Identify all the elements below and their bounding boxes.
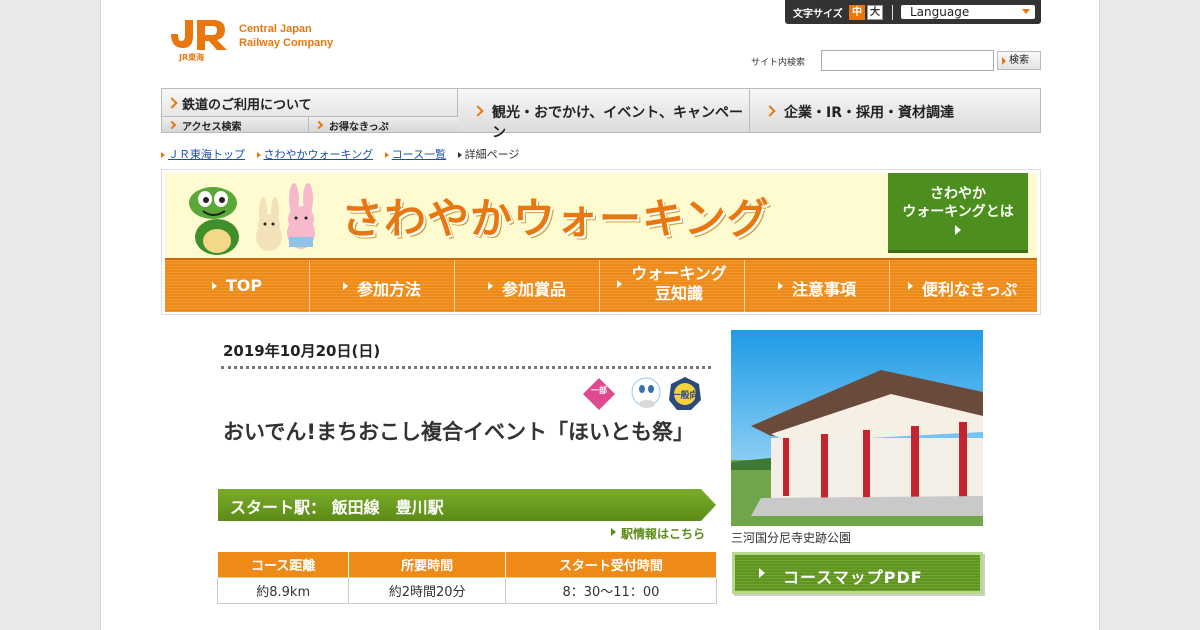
gnav-tourism-events[interactable]: 観光・おでかけ、イベント、キャンペーン [458,89,750,141]
arrow-right-icon [472,105,484,117]
global-nav: 鉄道のご利用について アクセス検索 お得なきっぷ 観光・おでかけ、イベント、キャ… [161,88,1041,141]
gnav-railway-use-label: 鉄道のご利用について [182,98,312,113]
station-info-link[interactable]: 駅情報はこちら [611,525,705,542]
snav-top[interactable]: TOP [165,260,310,312]
mascot-characters-image [189,183,315,255]
gnav-access-search-label: アクセス検索 [182,122,242,133]
logo-line-2: Railway Company [239,37,334,49]
general-course-icon: 一般向 [669,377,701,410]
arrow-right-icon [167,120,177,130]
arrow-right-icon [314,120,324,130]
language-select[interactable]: Language [901,5,1035,19]
course-map-pdf-button[interactable]: コースマップPDF [732,552,983,594]
jr-central-logo[interactable]: JR東海 Central Japan Railway Company [167,16,357,64]
divider [221,366,711,369]
breadcrumb-link-jr-top[interactable]: ＪＲ東海トップ [168,148,245,161]
event-photo [731,330,983,526]
breadcrumb-current: 詳細ページ [458,148,520,161]
course-type-icons: 一部 一般向 [583,377,701,410]
table-row: 約8.9km 約2時間20分 8：30～11：00 [216,577,718,604]
utility-bar: 文字サイズ 中 大 Language [785,0,1041,24]
font-size-label: 文字サイズ [793,9,843,20]
arrow-right-icon [764,105,776,117]
logo-company-name: Central Japan Railway Company [239,22,333,50]
event-date: 2019年10月20日(日) [223,342,381,360]
snav-label: 便利なきっぷ [907,276,1017,300]
gnav-corporate-label: 企業・IR・採用・資材調達 [784,105,954,121]
breadcrumb-current-label: 詳細ページ [464,148,520,161]
snav-label: 参加賞品 [487,276,566,300]
what-is-line-2: ウォーキングとは [902,204,1014,220]
snav-label-line-1: ウォーキング [631,264,727,283]
snav-prizes[interactable]: 参加賞品 [455,260,600,312]
table-header-row: コース距離 所要時間 スタート受付時間 [216,551,718,578]
course-info-table: コース距離 所要時間 スタート受付時間 約8.9km 約2時間20分 8：30～… [216,551,718,604]
mascot-face-icon [631,377,661,408]
divider [892,5,893,20]
snav-tickets[interactable]: 便利なきっぷ [890,260,1035,312]
start-station-bar: スタート駅： 飯田線 豊川駅 [218,489,716,521]
partial-course-icon-text: 一部 [591,385,607,395]
event-title: おいでん!まちおこし複合イベント「ほいとも祭」 [223,420,694,444]
what-is-line-1: さわやか [930,186,986,202]
gnav-tourism-events-label: 観光・おでかけ、イベント、キャンペーン [492,105,744,141]
page-container: JR東海 Central Japan Railway Company 文字サイズ… [100,0,1100,630]
breadcrumb-link-sawayaka[interactable]: さわやかウォーキング [264,148,374,161]
what-is-sawayaka-button[interactable]: さわやか ウォーキングとは [888,173,1028,253]
search-button[interactable]: 検索 [997,51,1041,70]
gnav-railway-use[interactable]: 鉄道のご利用について [162,89,458,116]
sawayaka-nav: TOP 参加方法 参加賞品 ウォーキング 豆知識 注意事項 便利なきっぷ [165,258,1037,312]
chevron-down-icon [1022,9,1030,14]
table-cell-duration: 約2時間20分 [348,577,506,604]
site-search-label: サイト内検索 [751,58,806,68]
snav-label: ウォーキング 豆知識 [617,264,727,304]
font-size-large-button[interactable]: 大 [867,5,883,20]
gnav-discount-tickets[interactable]: お得なきっぷ [309,116,458,133]
snav-label-line-2: 豆知識 [654,284,703,303]
gnav-corporate[interactable]: 企業・IR・採用・資材調達 [750,89,1040,132]
banner-header: さわやかウォーキング さわやか ウォーキングとは [165,173,1037,261]
breadcrumb-item[interactable]: ＪＲ東海トップ [161,148,245,161]
table-header-distance: コース距離 [216,551,350,578]
snav-label: 注意事項 [777,276,856,300]
breadcrumb-item[interactable]: コース一覧 [385,148,446,161]
table-header-reception-time: スタート受付時間 [504,551,718,578]
arrow-right-icon [166,97,178,109]
snav-label: 参加方法 [342,276,421,300]
gnav-discount-tickets-label: お得なきっぷ [329,122,389,133]
photo-caption: 三河国分尼寺史跡公園 [731,531,852,545]
banner-title: さわやかウォーキング [341,194,770,243]
breadcrumb: ＪＲ東海トップ さわやかウォーキング コース一覧 詳細ページ [161,146,527,162]
snav-notes[interactable]: 注意事項 [745,260,890,312]
arrow-right-icon [955,225,961,235]
table-cell-reception-time: 8：30～11：00 [504,577,718,604]
breadcrumb-item[interactable]: さわやかウォーキング [257,148,374,161]
partial-course-icon: 一部 [583,378,615,410]
table-cell-distance: 約8.9km [216,577,350,604]
breadcrumb-link-course-list[interactable]: コース一覧 [392,148,446,161]
arrow-right-icon [1002,57,1006,65]
logo-subtitle: JR東海 [179,53,205,62]
sawayaka-banner: さわやかウォーキング さわやか ウォーキングとは TOP 参加方法 参加賞品 ウ… [161,169,1041,315]
snav-how-to-join[interactable]: 参加方法 [310,260,455,312]
gnav-access-search[interactable]: アクセス検索 [162,116,309,133]
site-search-input[interactable] [821,50,994,71]
general-course-icon-text: 一般向 [671,389,698,401]
snav-walking-tips[interactable]: ウォーキング 豆知識 [600,260,745,312]
snav-label: TOP [211,276,262,295]
gnav-railway-group: 鉄道のご利用について アクセス検索 お得なきっぷ [162,89,458,133]
font-size-medium-button[interactable]: 中 [849,5,865,20]
logo-line-1: Central Japan [239,23,312,35]
language-select-value: Language [910,5,970,19]
table-header-duration: 所要時間 [348,551,506,578]
search-button-label: 検索 [1009,55,1029,66]
